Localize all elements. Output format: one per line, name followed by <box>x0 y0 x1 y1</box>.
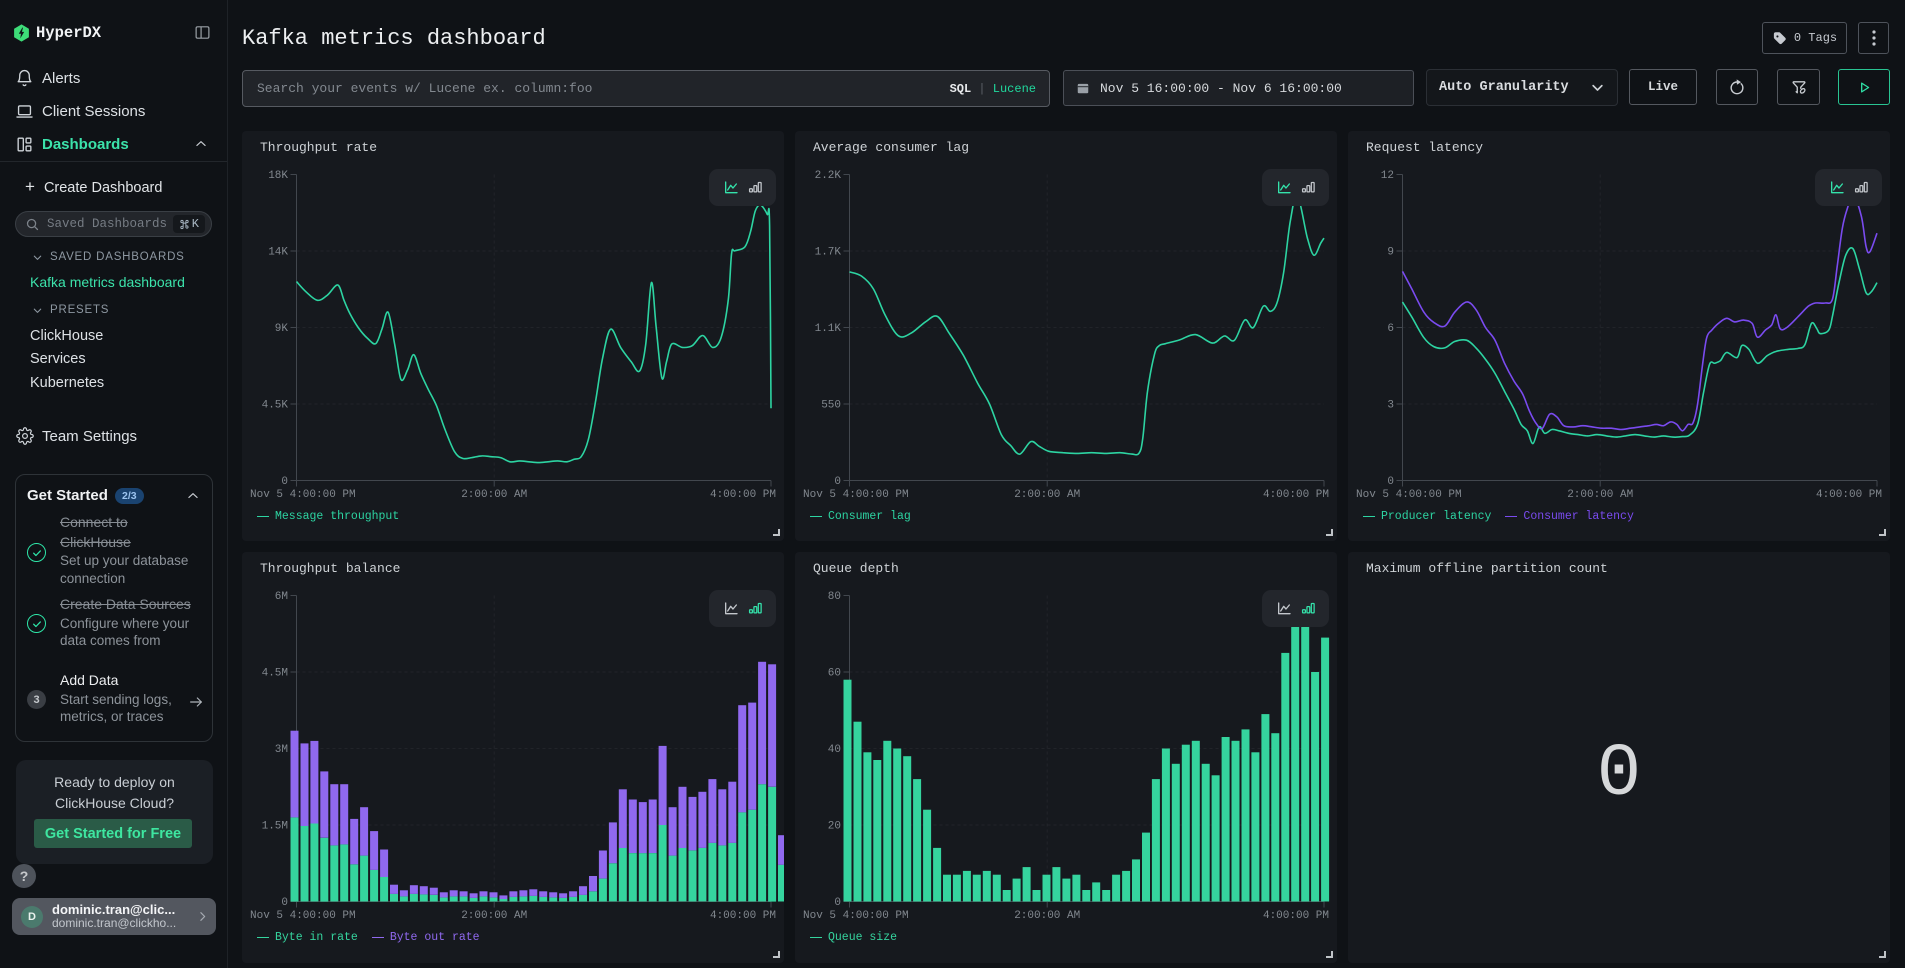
svg-text:9K: 9K <box>275 323 289 335</box>
svg-text:2:00:00 AM: 2:00:00 AM <box>1014 910 1080 922</box>
svg-text:1.7K: 1.7K <box>815 247 842 259</box>
svg-text:4:00:00 PM: 4:00:00 PM <box>710 910 776 922</box>
svg-text:0: 0 <box>1387 476 1394 488</box>
svg-text:4:00:00 PM: 4:00:00 PM <box>1816 489 1882 501</box>
svg-text:1.5M: 1.5M <box>262 821 288 833</box>
svg-text:Nov 5 4:00:00 PM: Nov 5 4:00:00 PM <box>1356 489 1462 501</box>
svg-text:1.1K: 1.1K <box>815 323 842 335</box>
svg-text:14K: 14K <box>268 247 288 259</box>
svg-text:Nov 5 4:00:00 PM: Nov 5 4:00:00 PM <box>250 910 356 922</box>
svg-text:0: 0 <box>834 476 841 488</box>
svg-text:60: 60 <box>828 668 841 680</box>
svg-text:40: 40 <box>828 744 841 756</box>
svg-text:6M: 6M <box>275 591 288 603</box>
svg-text:80: 80 <box>828 591 841 603</box>
svg-text:6: 6 <box>1387 323 1394 335</box>
svg-text:0: 0 <box>281 476 288 488</box>
svg-text:0: 0 <box>281 897 288 909</box>
svg-text:0: 0 <box>834 897 841 909</box>
svg-text:4.5K: 4.5K <box>262 400 289 412</box>
svg-text:20: 20 <box>828 821 841 833</box>
svg-text:4:00:00 PM: 4:00:00 PM <box>1263 910 1329 922</box>
svg-text:12: 12 <box>1381 170 1394 182</box>
svg-text:3M: 3M <box>275 744 288 756</box>
svg-text:4.5M: 4.5M <box>262 668 288 680</box>
svg-text:4:00:00 PM: 4:00:00 PM <box>1263 489 1329 501</box>
svg-text:Nov 5 4:00:00 PM: Nov 5 4:00:00 PM <box>250 489 356 501</box>
svg-text:2:00:00 AM: 2:00:00 AM <box>1567 489 1633 501</box>
svg-text:Nov 5 4:00:00 PM: Nov 5 4:00:00 PM <box>803 489 909 501</box>
svg-text:2:00:00 AM: 2:00:00 AM <box>461 489 527 501</box>
svg-text:2:00:00 AM: 2:00:00 AM <box>461 910 527 922</box>
svg-text:2:00:00 AM: 2:00:00 AM <box>1014 489 1080 501</box>
svg-text:18K: 18K <box>268 170 288 182</box>
svg-text:4:00:00 PM: 4:00:00 PM <box>710 489 776 501</box>
svg-text:Nov 5 4:00:00 PM: Nov 5 4:00:00 PM <box>803 910 909 922</box>
svg-text:3: 3 <box>1387 400 1394 412</box>
svg-text:2.2K: 2.2K <box>815 170 842 182</box>
svg-text:9: 9 <box>1387 247 1394 259</box>
svg-text:550: 550 <box>821 400 841 412</box>
